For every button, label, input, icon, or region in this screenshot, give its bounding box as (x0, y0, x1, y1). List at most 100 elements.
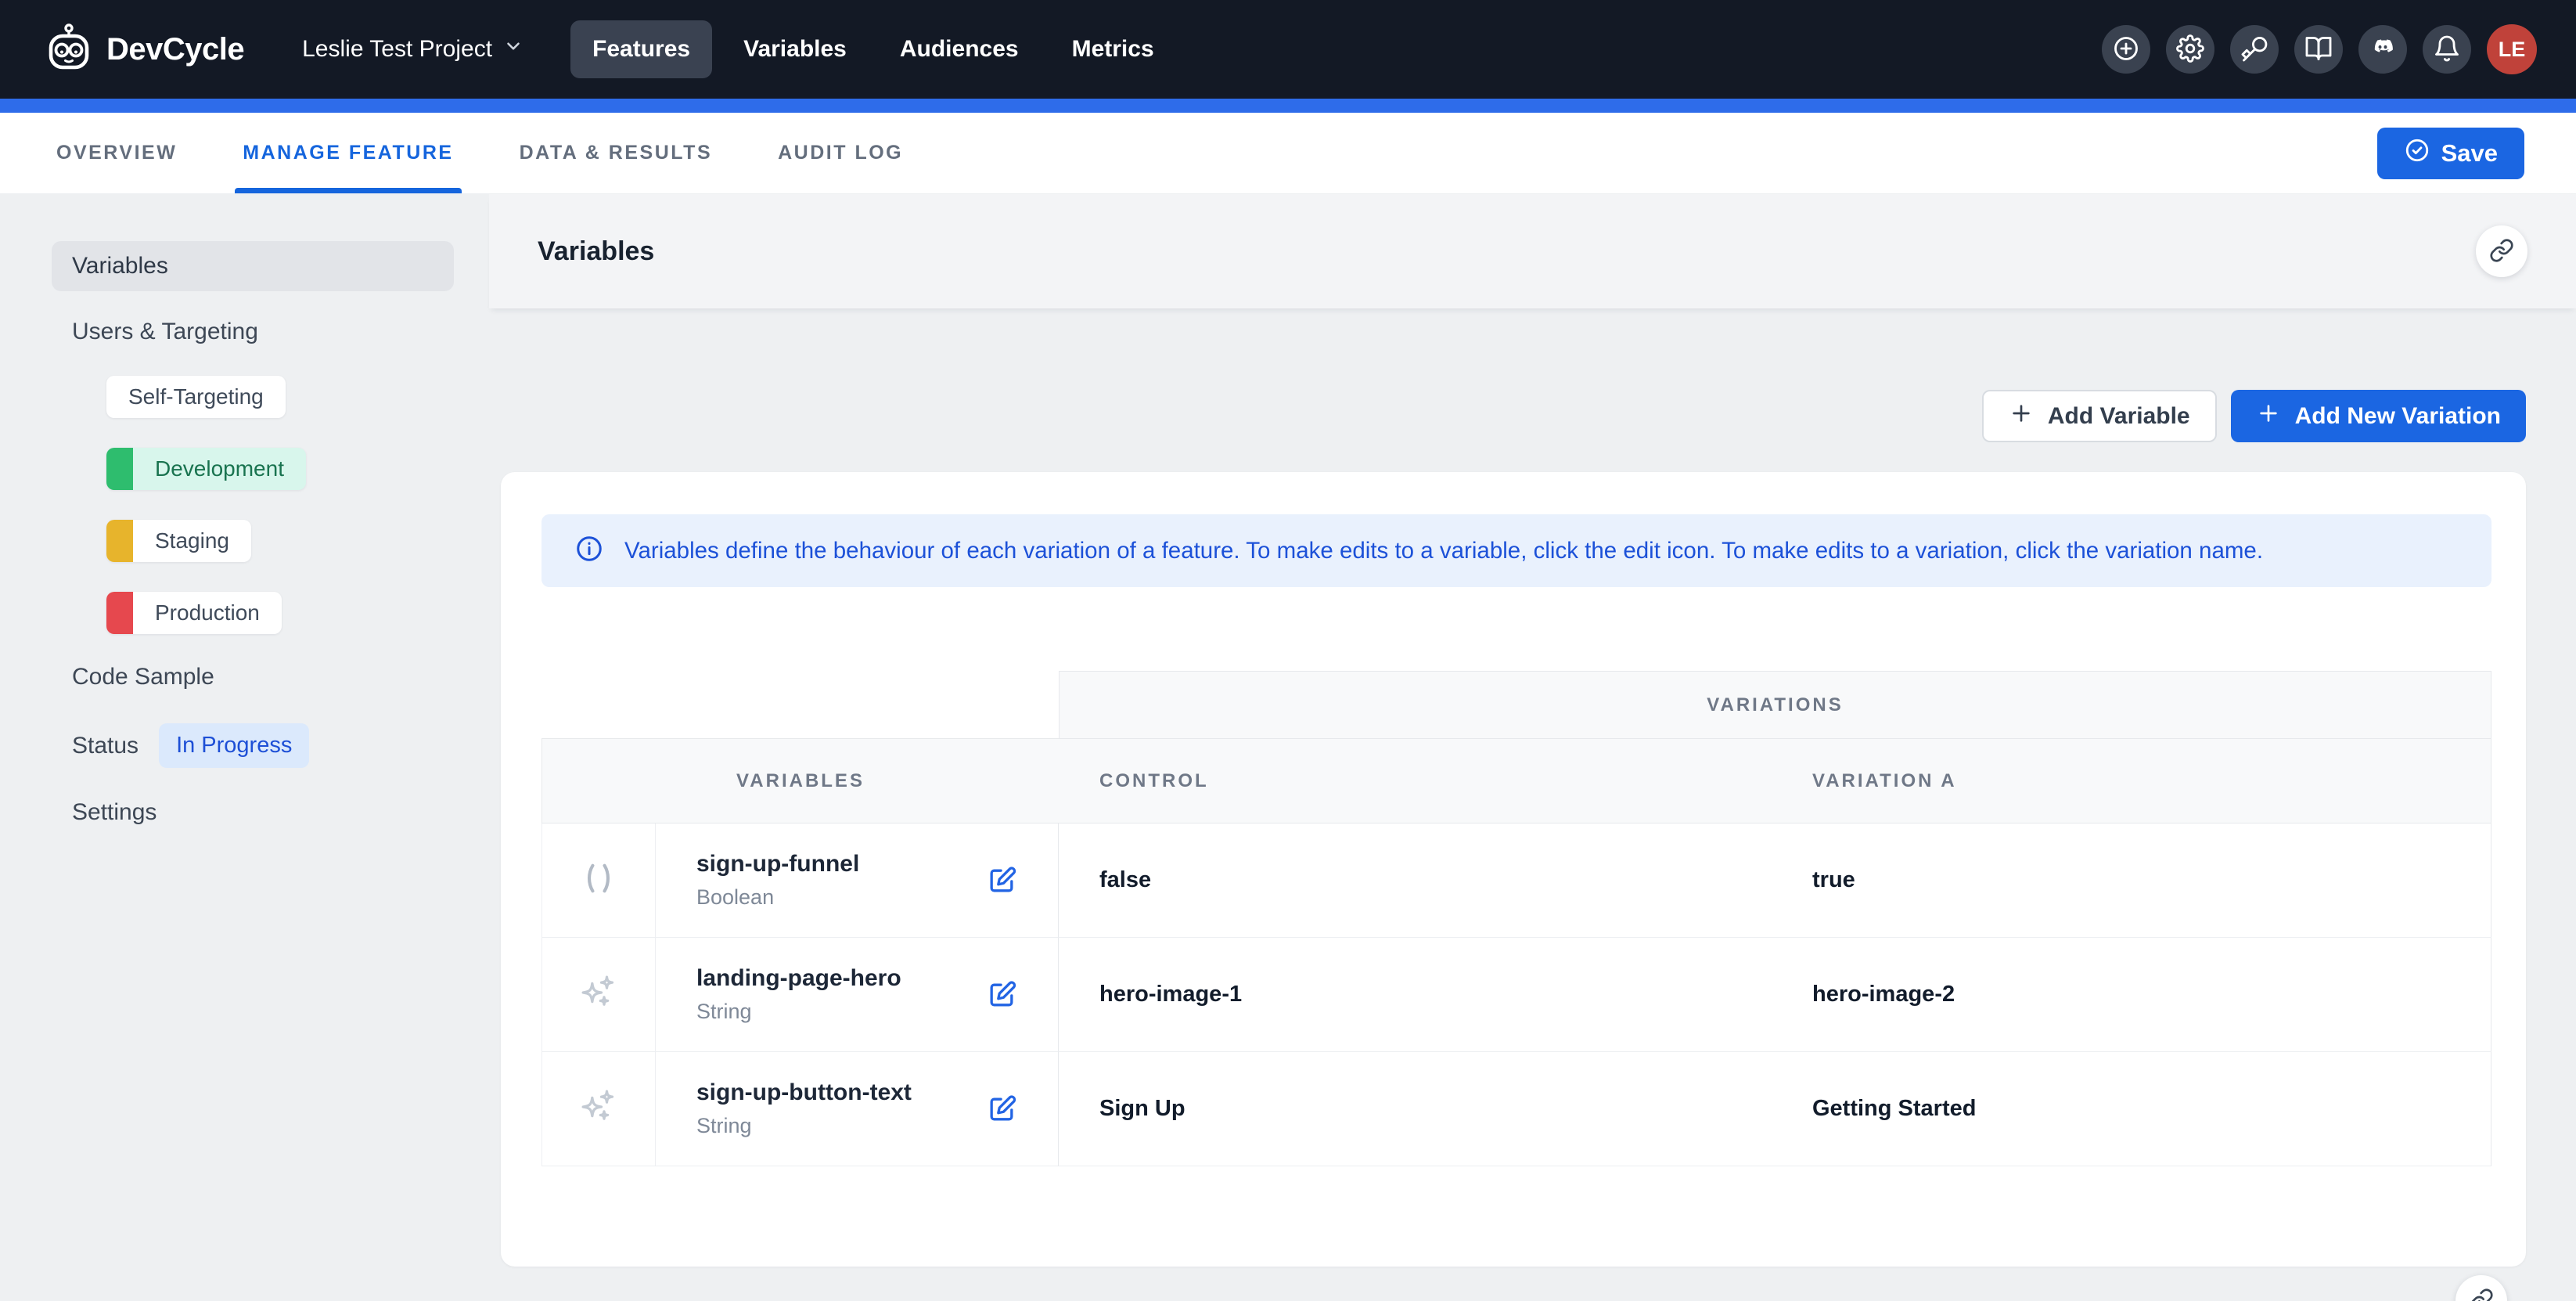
nav-item-features[interactable]: Features (570, 20, 712, 78)
status-label: Status (72, 733, 139, 759)
book-icon (2304, 34, 2333, 65)
tab-manage-feature[interactable]: MANAGE FEATURE (239, 113, 456, 193)
save-button-label: Save (2441, 139, 2498, 168)
add-variable-label: Add Variable (2048, 403, 2190, 430)
sidebar-item-staging[interactable]: Staging (106, 520, 251, 562)
add-variable-button[interactable]: Add Variable (1982, 390, 2217, 442)
variables-card: Variables define the behaviour of each v… (501, 472, 2526, 1267)
project-selector-label: Leslie Test Project (302, 36, 492, 63)
discord-button[interactable] (2358, 25, 2407, 74)
sidebar-item-self-targeting[interactable]: Self-Targeting (106, 376, 286, 418)
table-actions: Add Variable Add New Variation (489, 390, 2576, 442)
api-keys-button[interactable] (2230, 25, 2279, 74)
variable-name-block: sign-up-funnel Boolean (696, 851, 984, 910)
edit-variable-button[interactable] (984, 1092, 1019, 1126)
variables-table: VARIATIONS VARIABLES CONTROL VARIATION A… (541, 671, 2491, 1166)
status-badge: In Progress (159, 723, 309, 768)
sidebar-item-development[interactable]: Development (106, 448, 306, 490)
table-row-name-cell: sign-up-funnel Boolean (656, 823, 1059, 938)
variable-name: landing-page-hero (696, 965, 984, 992)
link-icon (2489, 238, 2514, 265)
add-circle-button[interactable] (2102, 25, 2150, 74)
brand: DevCycle (44, 23, 244, 77)
save-button[interactable]: Save (2377, 128, 2524, 179)
check-circle-icon (2404, 137, 2430, 170)
chevron-down-icon (503, 36, 523, 63)
user-avatar[interactable]: LE (2487, 24, 2537, 74)
env-color-bar (106, 448, 133, 490)
plus-icon (2009, 401, 2034, 432)
tab-overview[interactable]: OVERVIEW (53, 113, 180, 193)
sidebar-item-settings[interactable]: Settings (52, 799, 489, 826)
string-sparkles-icon (577, 1085, 621, 1133)
tab-audit-log[interactable]: AUDIT LOG (775, 113, 906, 193)
main-content: Variables Add Variable Add New Variation (489, 194, 2576, 1301)
add-new-variation-button[interactable]: Add New Variation (2231, 390, 2526, 442)
string-sparkles-icon (577, 971, 621, 1018)
variable-name-block: landing-page-hero String (696, 965, 984, 1024)
variation-a-value-cell: hero-image-2 (1775, 938, 2491, 1052)
control-value-cell: Sign Up (1059, 1052, 1775, 1166)
add-circle-icon (2112, 34, 2140, 65)
table-row-type-cell (541, 1052, 656, 1166)
nav-item-metrics[interactable]: Metrics (1050, 20, 1176, 78)
variation-a-value-cell: true (1775, 823, 2491, 938)
feature-tab-bar: OVERVIEW MANAGE FEATURE DATA & RESULTS A… (0, 113, 2576, 194)
info-icon (574, 534, 604, 568)
section-header: Variables (489, 194, 2576, 308)
info-banner: Variables define the behaviour of each v… (541, 514, 2491, 587)
nav-icon-tray: LE (2102, 24, 2537, 74)
feature-sidebar: Variables Users & Targeting Self-Targeti… (0, 194, 489, 1301)
env-color-bar (106, 592, 133, 634)
status-row: Status In Progress (72, 723, 489, 768)
sidebar-item-code-sample[interactable]: Code Sample (52, 664, 489, 690)
variations-group-header: VARIATIONS (1059, 671, 2491, 738)
env-color-bar (106, 520, 133, 562)
discord-icon (2368, 34, 2398, 66)
table-row-type-cell (541, 938, 656, 1052)
boolean-parentheses-icon (578, 858, 619, 903)
nav-item-audiences[interactable]: Audiences (878, 20, 1041, 78)
edit-variable-button[interactable] (984, 978, 1019, 1012)
copy-section-link-button[interactable] (2476, 225, 2527, 277)
progress-bar (0, 99, 2576, 113)
project-selector[interactable]: Leslie Test Project (302, 36, 523, 63)
edit-variable-button[interactable] (984, 863, 1019, 898)
page-title: Variables (538, 236, 654, 267)
table-row-type-cell (541, 823, 656, 938)
page-body: Variables Users & Targeting Self-Targeti… (0, 194, 2576, 1301)
variable-name: sign-up-funnel (696, 851, 984, 878)
notifications-button[interactable] (2423, 25, 2471, 74)
gear-icon (2176, 34, 2204, 65)
plus-icon (2256, 401, 2281, 432)
sidebar-item-users-targeting[interactable]: Users & Targeting (52, 318, 489, 346)
devcycle-logo-icon (44, 23, 94, 77)
docs-button[interactable] (2294, 25, 2343, 74)
control-value-cell: false (1059, 823, 1775, 938)
variable-type: Boolean (696, 885, 984, 910)
key-icon (2240, 34, 2268, 65)
bell-icon (2433, 34, 2461, 65)
primary-nav: Features Variables Audiences Metrics (570, 20, 1176, 78)
table-header-spacer (541, 671, 1059, 738)
brand-name: DevCycle (106, 32, 244, 67)
sidebar-item-variables[interactable]: Variables (52, 241, 454, 291)
settings-button[interactable] (2166, 25, 2214, 74)
table-row-name-cell: landing-page-hero String (656, 938, 1059, 1052)
control-value-cell: hero-image-1 (1059, 938, 1775, 1052)
variable-name-block: sign-up-button-text String (696, 1079, 984, 1138)
sidebar-item-production[interactable]: Production (106, 592, 282, 634)
column-header-control: CONTROL (1059, 738, 1775, 823)
variable-name: sign-up-button-text (696, 1079, 984, 1106)
copy-next-section-link-button[interactable] (2455, 1275, 2507, 1301)
top-nav: DevCycle Leslie Test Project Features Va… (0, 0, 2576, 99)
tab-data-results[interactable]: DATA & RESULTS (516, 113, 716, 193)
column-header-variables: VARIABLES (541, 738, 1059, 823)
table-row-name-cell: sign-up-button-text String (656, 1052, 1059, 1166)
variation-a-value-cell: Getting Started (1775, 1052, 2491, 1166)
variable-type: String (696, 1000, 984, 1024)
add-new-variation-label: Add New Variation (2295, 403, 2501, 430)
nav-item-variables[interactable]: Variables (721, 20, 869, 78)
link-icon (2469, 1288, 2494, 1301)
info-banner-text: Variables define the behaviour of each v… (624, 538, 2263, 564)
